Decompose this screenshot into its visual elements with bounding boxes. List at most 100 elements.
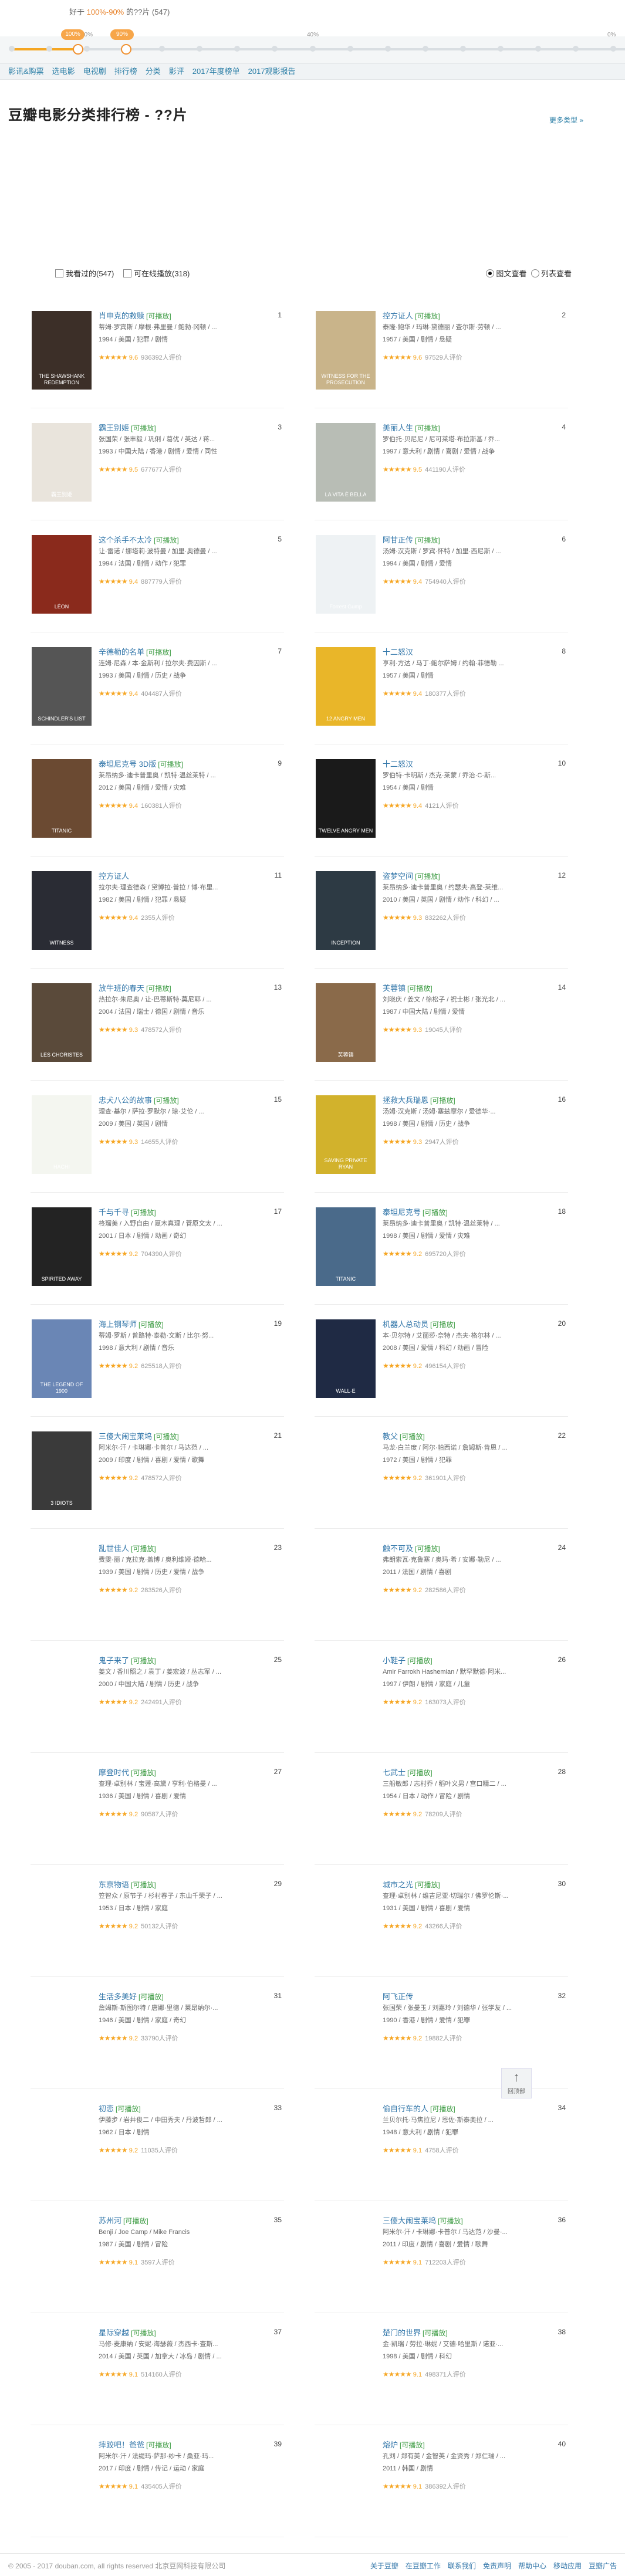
- movie-title-link[interactable]: 海上钢琴师: [99, 1320, 137, 1329]
- movie-poster[interactable]: HACHI: [32, 1095, 92, 1174]
- movie-poster[interactable]: SAVING PRIVATE RYAN: [316, 1095, 376, 1174]
- movie-poster[interactable]: [32, 1543, 92, 1622]
- slider-tick[interactable]: [9, 46, 15, 52]
- slider-tick[interactable]: [385, 46, 391, 52]
- slider-tick[interactable]: [46, 46, 52, 52]
- movie-poster[interactable]: [316, 1656, 376, 1734]
- movie-poster[interactable]: [32, 2104, 92, 2182]
- movie-title-link[interactable]: 七武士: [383, 1768, 406, 1777]
- movie-title-link[interactable]: 初恋: [99, 2104, 114, 2113]
- slider-tick[interactable]: [498, 46, 504, 52]
- slider-right-handle[interactable]: [121, 44, 131, 55]
- slider-tick[interactable]: [310, 46, 316, 52]
- movie-title-link[interactable]: 摔跤吧！爸爸: [99, 2440, 144, 2449]
- movie-poster[interactable]: [316, 1880, 376, 1958]
- movie-title-link[interactable]: 这个杀手不太冷: [99, 536, 152, 544]
- view-list-radio[interactable]: [531, 269, 539, 277]
- movie-poster[interactable]: LA VITA È BELLA: [316, 423, 376, 502]
- movie-poster[interactable]: 芙蓉镇: [316, 983, 376, 1062]
- movie-poster[interactable]: TITANIC: [316, 1207, 376, 1286]
- movie-title-link[interactable]: 阿甘正传: [383, 536, 413, 544]
- movie-title-link[interactable]: 拯救大兵瑞恩: [383, 1096, 428, 1105]
- movie-poster[interactable]: Forrest Gump: [316, 535, 376, 614]
- movie-title-link[interactable]: 肖申克的救赎: [99, 312, 144, 320]
- movie-poster[interactable]: [316, 1768, 376, 1846]
- movie-poster[interactable]: WALL·E: [316, 1319, 376, 1398]
- movie-title-link[interactable]: 摩登时代: [99, 1768, 129, 1777]
- movie-title-link[interactable]: 忠犬八公的故事: [99, 1096, 152, 1105]
- movie-title-link[interactable]: 教父: [383, 1432, 398, 1441]
- movie-poster[interactable]: [32, 2216, 92, 2294]
- movie-title-link[interactable]: 小鞋子: [383, 1656, 406, 1665]
- rating-range-slider[interactable]: 80% 40% 0% 100% 90%: [0, 29, 625, 63]
- slider-tick[interactable]: [159, 46, 165, 52]
- movie-title-link[interactable]: 苏州河: [99, 2216, 121, 2225]
- movie-poster[interactable]: [32, 2328, 92, 2406]
- seen-filter[interactable]: 我看过的(547): [55, 269, 114, 278]
- movie-poster[interactable]: [32, 1768, 92, 1846]
- slider-left-handle[interactable]: [73, 44, 83, 55]
- slider-tick[interactable]: [535, 46, 541, 52]
- movie-poster[interactable]: 3 IDIOTS: [32, 1431, 92, 1510]
- nav-item[interactable]: 电视剧: [83, 64, 106, 79]
- movie-poster[interactable]: [32, 1992, 92, 2070]
- movie-title-link[interactable]: 熔炉: [383, 2440, 398, 2449]
- movie-title-link[interactable]: 生活多美好: [99, 1992, 137, 2001]
- view-grid-option[interactable]: 图文查看: [486, 269, 526, 278]
- nav-item[interactable]: 选电影: [52, 64, 75, 79]
- slider-tick[interactable]: [460, 46, 466, 52]
- more-types-link[interactable]: 更多类型 »: [549, 115, 583, 125]
- nav-item[interactable]: 影评: [169, 64, 184, 79]
- movie-title-link[interactable]: 鬼子来了: [99, 1656, 129, 1665]
- nav-item[interactable]: 2017观影报告: [248, 64, 296, 79]
- movie-poster[interactable]: LÉON: [32, 535, 92, 614]
- movie-title-link[interactable]: 三傻大闹宝莱坞: [383, 2216, 436, 2225]
- movie-title-link[interactable]: 芙蓉镇: [383, 984, 406, 993]
- movie-poster[interactable]: THE LEGEND OF 1900: [32, 1319, 92, 1398]
- slider-tick[interactable]: [234, 46, 240, 52]
- movie-poster[interactable]: [32, 2440, 92, 2519]
- nav-item[interactable]: 影讯&购票: [8, 64, 44, 79]
- view-grid-radio[interactable]: [486, 269, 495, 277]
- slider-tick[interactable]: [610, 46, 616, 52]
- movie-poster[interactable]: [316, 2440, 376, 2519]
- movie-title-link[interactable]: 控方证人: [383, 312, 413, 320]
- playable-checkbox[interactable]: [123, 269, 131, 277]
- movie-title-link[interactable]: 阿飞正传: [383, 1992, 413, 2001]
- footer-link[interactable]: 免责声明: [483, 2562, 511, 2570]
- nav-item[interactable]: 分类: [146, 64, 161, 79]
- movie-poster[interactable]: [316, 2104, 376, 2182]
- slider-tick[interactable]: [84, 46, 90, 52]
- movie-poster[interactable]: 霸王别姬: [32, 423, 92, 502]
- footer-link[interactable]: 关于豆瓣: [370, 2562, 398, 2570]
- movie-poster[interactable]: [316, 1431, 376, 1510]
- movie-poster[interactable]: THE SHAWSHANK REDEMPTION: [32, 311, 92, 390]
- movie-poster[interactable]: [316, 2328, 376, 2406]
- movie-title-link[interactable]: 十二怒汉: [383, 648, 413, 656]
- movie-title-link[interactable]: 三傻大闹宝莱坞: [99, 1432, 152, 1441]
- movie-poster[interactable]: [32, 1880, 92, 1958]
- movie-title-link[interactable]: 星际穿越: [99, 2328, 129, 2337]
- movie-poster[interactable]: [316, 1992, 376, 2070]
- slider-tick[interactable]: [197, 46, 202, 52]
- movie-poster[interactable]: [316, 2216, 376, 2294]
- movie-title-link[interactable]: 霸王别姬: [99, 424, 129, 432]
- footer-link[interactable]: 帮助中心: [518, 2562, 546, 2570]
- movie-title-link[interactable]: 城市之光: [383, 1880, 413, 1889]
- movie-title-link[interactable]: 辛德勒的名单: [99, 648, 144, 656]
- movie-title-link[interactable]: 乱世佳人: [99, 1544, 129, 1553]
- movie-poster[interactable]: [316, 1543, 376, 1622]
- view-list-option[interactable]: 列表查看: [531, 269, 572, 278]
- movie-poster[interactable]: LES CHORISTES: [32, 983, 92, 1062]
- movie-title-link[interactable]: 十二怒汉: [383, 760, 413, 769]
- slider-tick[interactable]: [573, 46, 579, 52]
- nav-item[interactable]: 2017年度榜单: [192, 64, 240, 79]
- playable-filter[interactable]: 可在线播放(318): [123, 269, 190, 278]
- movie-poster[interactable]: SPIRITED AWAY: [32, 1207, 92, 1286]
- seen-checkbox[interactable]: [55, 269, 63, 277]
- movie-poster[interactable]: [32, 1656, 92, 1734]
- movie-title-link[interactable]: 泰坦尼克号: [383, 1208, 421, 1217]
- movie-title-link[interactable]: 泰坦尼克号 3D版: [99, 760, 156, 769]
- movie-poster[interactable]: TWELVE ANGRY MEN: [316, 759, 376, 838]
- slider-tick[interactable]: [423, 46, 428, 52]
